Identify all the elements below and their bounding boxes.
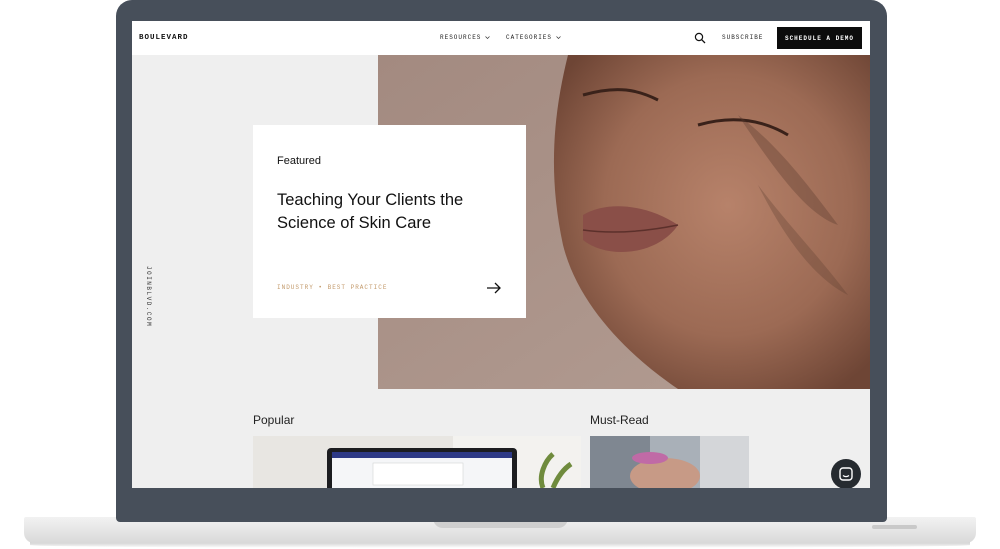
popular-thumbnail[interactable] bbox=[253, 436, 581, 488]
chat-icon bbox=[839, 467, 853, 481]
side-url: JOINBLVD.COM bbox=[145, 266, 152, 328]
browser-screen: BOULEVARD RESOURCES CATEGORIES SUBSCRIBE… bbox=[132, 21, 870, 488]
featured-title[interactable]: Teaching Your Clients the Science of Ski… bbox=[277, 189, 477, 235]
schedule-demo-button[interactable]: SCHEDULE A DEMO bbox=[777, 27, 862, 49]
chevron-down-icon bbox=[556, 36, 561, 39]
top-nav: BOULEVARD RESOURCES CATEGORIES SUBSCRIBE… bbox=[132, 21, 870, 55]
logo[interactable]: BOULEVARD bbox=[139, 34, 189, 42]
treatment-photo bbox=[590, 436, 749, 488]
nav-resources[interactable]: RESOURCES bbox=[440, 34, 491, 41]
laptop-foot bbox=[872, 525, 917, 529]
arrow-right-icon[interactable] bbox=[486, 282, 502, 294]
featured-tags[interactable]: INDUSTRY • BEST PRACTICE bbox=[277, 284, 387, 291]
search-icon[interactable] bbox=[694, 32, 706, 44]
must-read-thumbnail[interactable] bbox=[590, 436, 749, 488]
nav-categories-label: CATEGORIES bbox=[506, 34, 553, 41]
laptop-photo bbox=[327, 436, 581, 488]
chevron-down-icon bbox=[485, 36, 491, 39]
featured-card[interactable]: Featured Teaching Your Clients the Scien… bbox=[253, 125, 526, 318]
popular-heading: Popular bbox=[253, 413, 295, 427]
chat-button[interactable] bbox=[831, 459, 861, 488]
nav-resources-label: RESOURCES bbox=[440, 34, 482, 41]
subscribe-link[interactable]: SUBSCRIBE bbox=[722, 34, 763, 41]
nav-categories[interactable]: CATEGORIES bbox=[506, 34, 561, 41]
must-read-heading: Must-Read bbox=[590, 413, 649, 427]
featured-label: Featured bbox=[277, 155, 322, 167]
